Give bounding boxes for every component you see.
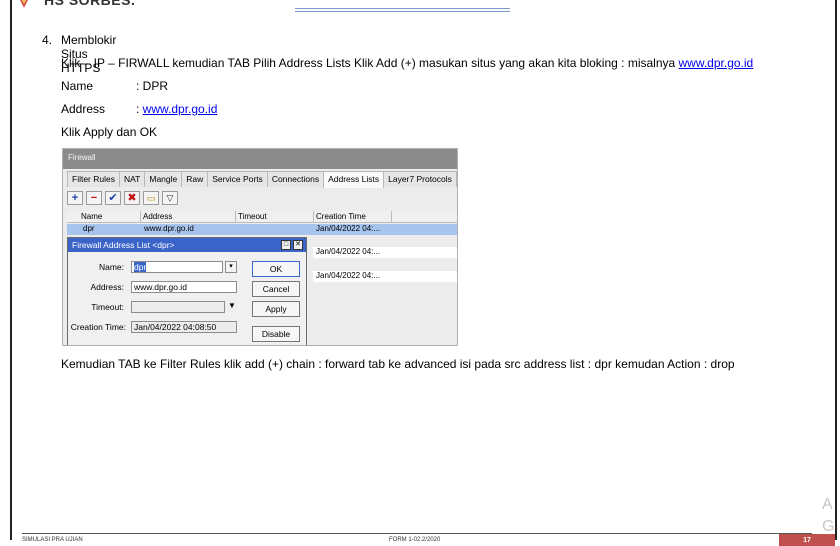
tab-connections[interactable]: Connections [266, 171, 325, 187]
name-dropdown-icon[interactable]: ▾ [225, 261, 237, 273]
tab-address-lists[interactable]: Address Lists [323, 171, 385, 188]
table-row[interactable]: Jan/04/2022 04:... [313, 271, 457, 282]
col-name[interactable]: Name [81, 212, 102, 221]
instruction-link[interactable]: www.dpr.go.id [679, 56, 754, 70]
page-number: 17 [779, 534, 835, 546]
col-address[interactable]: Address [143, 212, 172, 221]
address-list-dialog: Firewall Address List <dpr> □ ✕ Name: dp… [67, 237, 307, 345]
name-field[interactable]: dpr [131, 261, 223, 273]
step-number: 4. [42, 33, 53, 47]
cancel-button[interactable]: Cancel [252, 281, 300, 297]
address-field-label: Address: [90, 282, 124, 292]
timeout-field[interactable] [131, 301, 225, 313]
next-step-paragraph: Kemudian TAB ke Filter Rules klik add (+… [61, 357, 735, 371]
footer-left: SIMULASI PRA UJIAN [22, 537, 83, 543]
remove-icon[interactable]: − [86, 191, 102, 205]
apply-button[interactable]: Apply [252, 301, 300, 317]
tab-bar: Filter Rules NAT Mangle Raw Service Port… [67, 171, 457, 188]
add-icon[interactable]: + [67, 191, 83, 205]
dialog-title: Firewall Address List <dpr> [72, 240, 175, 250]
header-rule [295, 8, 510, 9]
maximize-icon[interactable]: □ [281, 240, 291, 250]
address-link[interactable]: www.dpr.go.id [143, 102, 218, 116]
apply-line: Klik Apply dan OK [61, 125, 158, 139]
comment-icon[interactable]: ▭ [143, 191, 159, 205]
footer-rule [22, 533, 812, 534]
instruction-text: Klik – IP – FIRWALL kemudian TAB Pilih A… [61, 56, 679, 70]
window-title: Firewall [68, 153, 96, 162]
toolbar: + − ✔ ✖ ▭ ▽ [67, 191, 178, 205]
tab-service-ports[interactable]: Service Ports [207, 171, 268, 187]
watermark: AG [822, 496, 835, 535]
col-divider [140, 211, 141, 223]
row-creation-time: Jan/04/2022 04:... [316, 224, 381, 233]
footer-form-number: FORM 1-02.2/2020 [389, 537, 441, 543]
tab-raw[interactable]: Raw [181, 171, 209, 187]
page-border-left [10, 0, 12, 540]
table-row-selected[interactable]: dpr www.dpr.go.id Jan/04/2022 04:... [67, 224, 457, 235]
close-icon[interactable]: ✕ [293, 240, 303, 250]
col-creation-time[interactable]: Creation Time [316, 212, 366, 221]
address-line: Address: www.dpr.go.id [61, 102, 217, 116]
name-value: : DPR [136, 79, 169, 93]
name-field-label: Name: [98, 262, 124, 272]
header-logo-icon [20, 0, 28, 8]
row-address: www.dpr.go.id [144, 224, 194, 233]
row-name: dpr [83, 224, 95, 233]
disable-icon[interactable]: ✖ [124, 191, 140, 205]
tab-mangle[interactable]: Mangle [144, 171, 183, 187]
creation-field-label: Creation Time: [70, 322, 126, 332]
col-divider [313, 211, 314, 223]
tab-nat[interactable]: NAT [118, 171, 146, 187]
tab-filter-rules[interactable]: Filter Rules [67, 171, 120, 187]
address-field[interactable]: www.dpr.go.id [131, 281, 237, 293]
firewall-screenshot: Firewall Filter Rules NAT Mangle Raw Ser… [62, 148, 458, 346]
address-sep: : [136, 102, 143, 116]
header-title: HS SORBES. [44, 0, 136, 8]
ok-button[interactable]: OK [252, 261, 300, 277]
col-divider [235, 211, 236, 223]
timeout-field-label: Timeout: [91, 302, 124, 312]
enable-icon[interactable]: ✔ [105, 191, 121, 205]
disable-button[interactable]: Disable [252, 326, 300, 342]
address-label: Address [61, 102, 106, 116]
name-label: Name [61, 79, 94, 93]
col-timeout[interactable]: Timeout [238, 212, 267, 221]
creation-field: Jan/04/2022 04:08:50 [131, 321, 237, 333]
grid-header: Name Address Timeout Creation Time [67, 211, 457, 223]
dialog-titlebar: Firewall Address List <dpr> □ ✕ [68, 238, 306, 252]
timeout-dropdown-icon[interactable]: ▼ [228, 301, 236, 310]
name-line: Name : DPR [61, 79, 168, 93]
header-rule [295, 11, 510, 12]
tab-layer7-protocols[interactable]: Layer7 Protocols [383, 171, 457, 187]
window-titlebar: Firewall [63, 149, 457, 169]
instruction-line: Klik – IP – FIRWALL kemudian TAB Pilih A… [61, 56, 753, 70]
col-divider [391, 211, 392, 223]
table-row[interactable]: Jan/04/2022 04:... [313, 247, 457, 258]
page-border-right [835, 0, 837, 540]
filter-icon[interactable]: ▽ [162, 191, 178, 205]
